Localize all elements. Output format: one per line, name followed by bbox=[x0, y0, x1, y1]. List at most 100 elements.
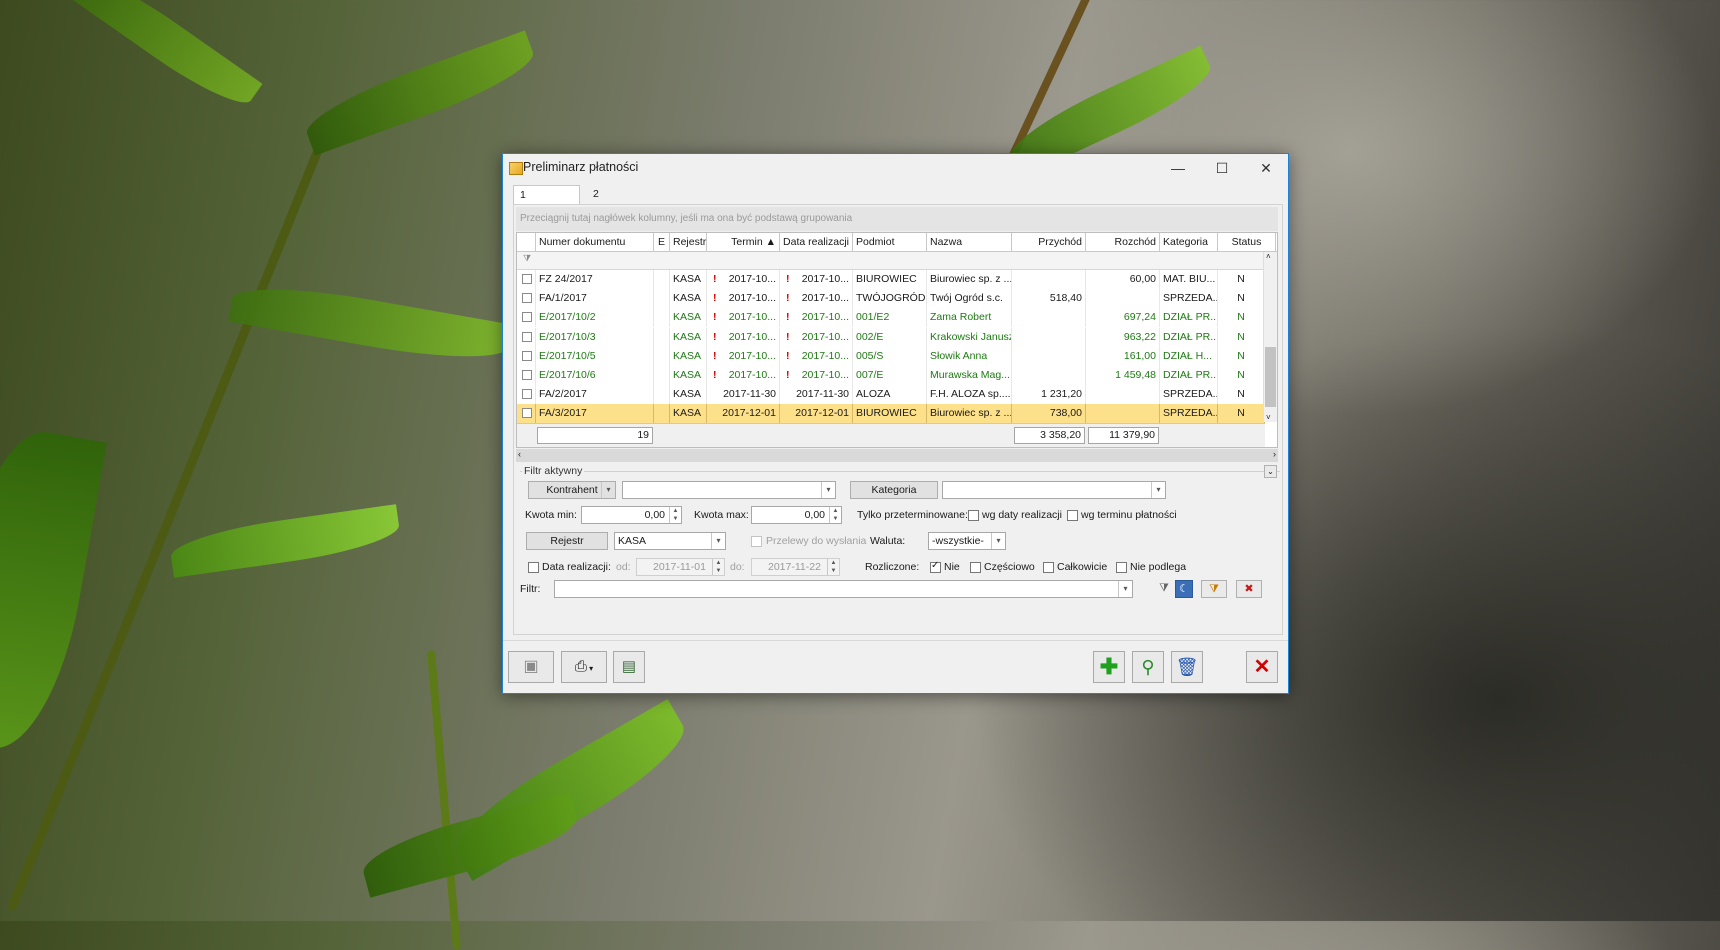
kategoria-select[interactable]: ▾ bbox=[942, 481, 1166, 499]
header-nazwa[interactable]: Nazwa bbox=[927, 233, 1012, 251]
chevron-down-icon[interactable]: ▾ bbox=[991, 533, 1005, 549]
row-checkbox[interactable] bbox=[522, 350, 532, 361]
filtr-input[interactable]: ▾ bbox=[554, 580, 1133, 598]
title-bar[interactable]: Preliminarz płatności — ☐ ✕ bbox=[503, 154, 1288, 182]
magnifier-icon[interactable]: ⚲ bbox=[1132, 651, 1164, 683]
chevron-down-icon[interactable]: ▾ bbox=[1151, 482, 1165, 498]
kwota-min-value: 0,00 bbox=[644, 509, 665, 521]
rozliczone-czesciowo-checkbox[interactable] bbox=[970, 562, 981, 573]
header-select[interactable] bbox=[517, 233, 536, 251]
row-checkbox-cell bbox=[517, 366, 536, 385]
add-icon[interactable]: ✚ bbox=[1093, 651, 1125, 683]
kategoria-button[interactable]: Kategoria bbox=[850, 481, 938, 499]
collapse-filter-icon[interactable]: ⌄ bbox=[1264, 465, 1277, 478]
cell-e bbox=[654, 346, 670, 366]
cell-text: FA/2/2017 bbox=[539, 388, 587, 401]
header-data-realizacji[interactable]: Data realizacji bbox=[780, 233, 853, 251]
minimize-button[interactable]: — bbox=[1156, 154, 1200, 182]
row-checkbox[interactable] bbox=[522, 408, 532, 419]
chevron-down-icon[interactable]: ▾ bbox=[711, 533, 725, 549]
wg-terminu-checkbox[interactable] bbox=[1067, 510, 1078, 521]
table-row[interactable]: FA/3/2017 KASA 2017-12-01 2017-12-01 BIUROWI… bbox=[517, 404, 1265, 424]
group-by-area[interactable]: Przeciągnij tutaj nagłówek kolumny, jeśl… bbox=[516, 207, 1278, 231]
cell-text: 2017-10... bbox=[728, 273, 776, 285]
table-row[interactable]: E/2017/10/3 KASA! 2017-10...! 2017-10... 002… bbox=[517, 327, 1265, 347]
kwota-max-input[interactable]: 0,00 ▲ ▼ bbox=[751, 506, 842, 524]
plant-leaf bbox=[299, 30, 541, 156]
filter-clear-icon[interactable]: ✖ bbox=[1236, 580, 1262, 598]
rozliczone-nie-podlega-checkbox[interactable] bbox=[1116, 562, 1127, 573]
tab-preliminarz[interactable]: 1 Preliminarz bbox=[513, 185, 580, 219]
maximize-button[interactable]: ☐ bbox=[1200, 154, 1244, 182]
table-row[interactable]: FA/1/2017 KASA! 2017-10...! 2017-10... TWÓJO… bbox=[517, 289, 1265, 309]
waluta-select[interactable]: -wszystkie- ▾ bbox=[928, 532, 1006, 550]
stepper-icon[interactable]: ▲ ▼ bbox=[829, 507, 841, 523]
rejestr-select[interactable]: KASA ▾ bbox=[614, 532, 726, 550]
data-realizacji-checkbox[interactable] bbox=[528, 562, 539, 573]
chevron-down-icon[interactable]: ▾ bbox=[601, 482, 615, 498]
save-icon[interactable]: ▣ bbox=[508, 651, 554, 683]
stepper-icon[interactable]: ▲ ▼ bbox=[827, 559, 839, 575]
kwota-min-input[interactable]: 0,00 ▲ ▼ bbox=[581, 506, 682, 524]
header-przychod[interactable]: Przychód bbox=[1012, 233, 1086, 251]
header-kategoria[interactable]: Kategoria bbox=[1160, 233, 1218, 251]
close-window-button[interactable]: ✕ bbox=[1244, 154, 1288, 182]
row-checkbox[interactable] bbox=[522, 293, 532, 304]
cell-nazwa: Słowik Anna bbox=[927, 346, 1012, 366]
row-checkbox[interactable] bbox=[522, 312, 532, 323]
header-e[interactable]: E bbox=[654, 233, 670, 251]
header-podmiot[interactable]: Podmiot bbox=[853, 233, 927, 251]
table-row[interactable]: E/2017/10/2 KASA! 2017-10...! 2017-10... 001… bbox=[517, 308, 1265, 328]
close-icon[interactable]: ✕ bbox=[1246, 651, 1278, 683]
rozliczone-calkowicie-checkbox[interactable] bbox=[1043, 562, 1054, 573]
scroll-down-icon[interactable]: ˅ bbox=[1266, 413, 1271, 422]
przelewy-checkbox[interactable] bbox=[751, 536, 762, 547]
cell-nazwa: Murawska Mag... bbox=[927, 366, 1012, 385]
od-date-input[interactable]: 2017-11-01 ▲ ▼ bbox=[636, 558, 725, 576]
table-row[interactable]: FA/2/2017 KASA 2017-11-30 2017-11-30 ALOZA F.… bbox=[517, 385, 1265, 405]
table-row[interactable]: E/2017/10/5 KASA! 2017-10...! 2017-10... 005… bbox=[517, 346, 1265, 366]
filter-edit-icon[interactable]: ⧩ bbox=[1201, 580, 1227, 598]
export-icon[interactable]: ▤ bbox=[613, 651, 645, 683]
do-date-input[interactable]: 2017-11-22 ▲ ▼ bbox=[751, 558, 840, 576]
grid-horizontal-scrollbar[interactable]: ‹ › bbox=[516, 449, 1278, 462]
header-rozchod[interactable]: Rozchód bbox=[1086, 233, 1160, 251]
filter-funnel-icon[interactable]: ⧩ bbox=[1155, 580, 1173, 598]
grid-filter-row[interactable]: ⧩ bbox=[517, 252, 1277, 270]
table-row[interactable]: E/2017/10/6 KASA! 2017-10...! 2017-10... 007… bbox=[517, 366, 1265, 385]
tab-kalendarz[interactable]: 2 Kalendarz bbox=[587, 185, 646, 218]
cell-rejestr: KASA bbox=[670, 385, 707, 405]
rejestr-button[interactable]: Rejestr bbox=[526, 532, 608, 550]
scroll-left-icon[interactable]: ‹ bbox=[518, 449, 521, 459]
stepper-icon[interactable]: ▲ ▼ bbox=[669, 507, 681, 523]
header-rejestr[interactable]: Rejestr bbox=[670, 233, 707, 251]
scroll-right-icon[interactable]: › bbox=[1273, 449, 1276, 459]
header-numer[interactable]: Numer dokumentu bbox=[536, 233, 654, 251]
table-row[interactable]: FZ 24/2017 KASA! 2017-10...! 2017-10... BIUR… bbox=[517, 270, 1265, 289]
cell-numer: E/2017/10/5 bbox=[536, 346, 654, 366]
row-checkbox[interactable] bbox=[522, 389, 532, 400]
header-status[interactable]: Status bbox=[1218, 233, 1276, 251]
print-icon[interactable]: ⎙ ▾ bbox=[561, 651, 607, 683]
scroll-thumb[interactable] bbox=[1265, 347, 1276, 407]
wg-daty-checkbox[interactable] bbox=[968, 510, 979, 521]
scroll-up-icon[interactable]: ˄ bbox=[1266, 252, 1271, 261]
kontrahent-select[interactable]: ▾ bbox=[622, 481, 836, 499]
wg-terminu-label: wg terminu płatności bbox=[1081, 509, 1177, 521]
grid-vertical-scrollbar[interactable]: ˄ ˅ bbox=[1263, 252, 1277, 422]
trash-icon[interactable]: 🗑 bbox=[1171, 651, 1203, 683]
row-checkbox[interactable] bbox=[522, 331, 532, 342]
filter-divider bbox=[520, 471, 1280, 472]
cell-numer: FA/2/2017 bbox=[536, 385, 654, 405]
summary-row: 19 3 358,20 11 379,90 bbox=[517, 423, 1265, 447]
row-checkbox[interactable] bbox=[522, 274, 532, 284]
stepper-icon[interactable]: ▲ ▼ bbox=[712, 559, 724, 575]
rozliczone-nie-checkbox[interactable] bbox=[930, 560, 941, 573]
chevron-down-icon[interactable]: ▾ bbox=[821, 482, 835, 498]
row-checkbox[interactable] bbox=[522, 370, 532, 380]
header-termin[interactable]: Termin ▲ bbox=[707, 233, 780, 251]
kontrahent-button[interactable]: Kontrahent ▾ bbox=[528, 481, 616, 499]
moon-icon[interactable]: ☾ bbox=[1175, 580, 1193, 598]
chevron-down-icon[interactable]: ▾ bbox=[1118, 581, 1132, 597]
cell-kategoria: SPRZEDA... bbox=[1160, 404, 1218, 424]
